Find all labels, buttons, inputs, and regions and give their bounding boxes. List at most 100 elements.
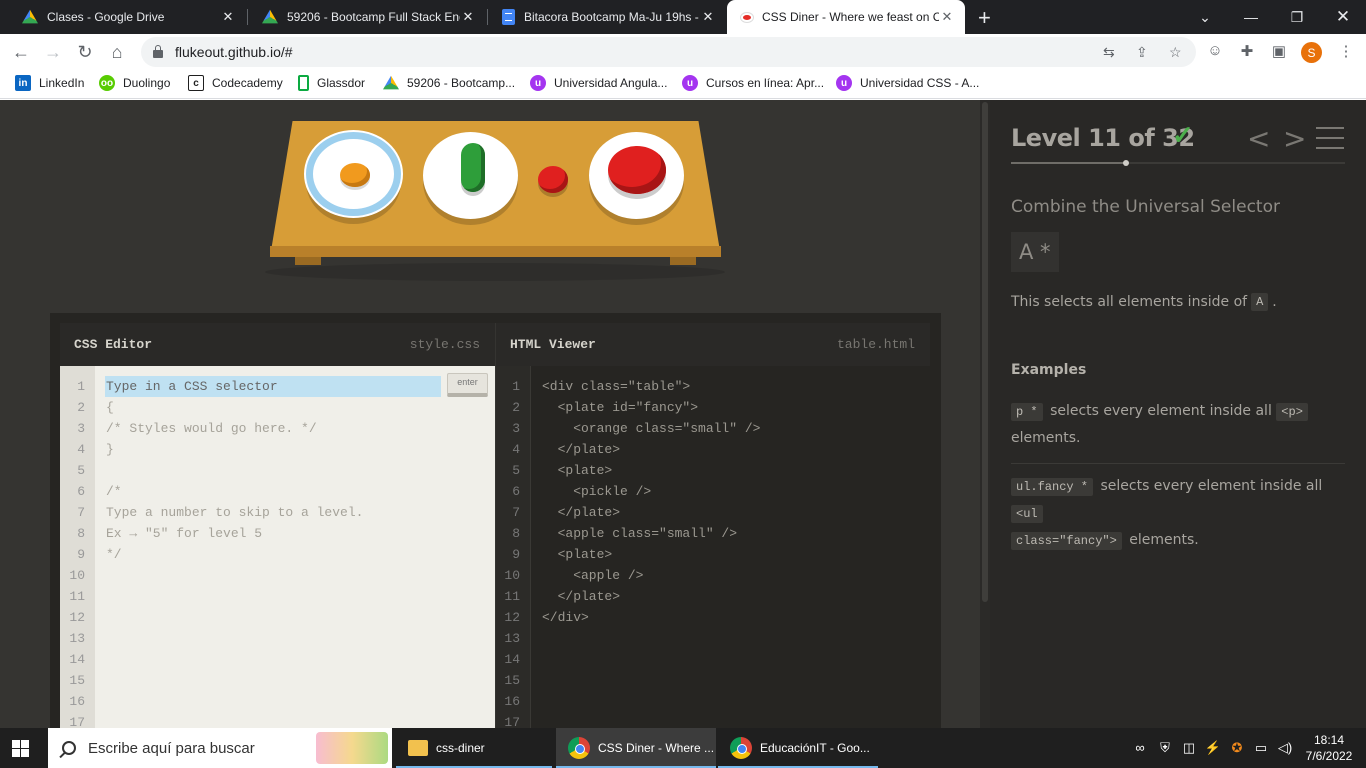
level-title: Combine the Universal Selector (1011, 197, 1280, 217)
page-scrollbar[interactable] (980, 100, 990, 728)
back-icon[interactable]: ← (9, 40, 33, 64)
udemy-icon: u (530, 75, 546, 91)
lightning-tray-icon[interactable]: ⚡ (1204, 740, 1222, 756)
html-viewer-header: HTML Viewer table.html (496, 323, 930, 366)
taskbar-app-css-diner-folder[interactable]: css-diner (396, 728, 552, 768)
markup-line-table[interactable]: <div class="table"> (542, 376, 760, 397)
home-icon[interactable]: ⌂ (105, 40, 129, 64)
game-area: CSS Editor style.css 1 2 3 4 5 6 7 8 9 10 11 12 13 14… (0, 100, 980, 728)
forward-icon[interactable]: → (41, 40, 65, 64)
minimize-icon[interactable]: — (1228, 0, 1274, 34)
hint-tag: A (1251, 293, 1269, 311)
tab-title: CSS Diner - Where we feast on C (762, 10, 939, 24)
markup-line-apple[interactable]: <apple /> (542, 565, 760, 586)
code-line: /* Styles would go here. */ (106, 421, 317, 436)
lock-icon[interactable] (153, 45, 163, 58)
tab-css-diner[interactable]: CSS Diner - Where we feast on C ✕ (727, 0, 965, 34)
bookmark-linkedin[interactable]: in LinkedIn (15, 75, 84, 91)
close-icon[interactable]: ✕ (220, 9, 236, 25)
network-icon[interactable]: ▭ (1252, 740, 1270, 756)
example-text: elements. (1129, 532, 1199, 548)
markup-line[interactable]: </plate> (542, 586, 760, 607)
markup-line-pickle[interactable]: <pickle /> (542, 481, 760, 502)
level-sidebar: Level 11 of 32 ✓ < > Combine the Univers… (990, 100, 1366, 728)
link-tray-icon[interactable]: ∞ (1131, 740, 1149, 755)
line-numbers: 1 2 3 4 5 6 7 8 9 10 11 12 13 14 15 16 17 (496, 366, 531, 728)
profile-avatar[interactable]: S (1301, 42, 1322, 63)
google-docs-icon (502, 9, 515, 25)
example-code: ul.fancy * (1011, 478, 1094, 496)
css-diner-page: CSS Editor style.css 1 2 3 4 5 6 7 8 9 10 11 12 13 14… (0, 100, 1366, 728)
volume-icon[interactable]: ◁) (1276, 740, 1294, 756)
small-apple[interactable] (538, 166, 568, 193)
next-level-icon[interactable]: > (1283, 122, 1306, 155)
chrome-icon (568, 737, 590, 759)
markup-line-fancy-plate[interactable]: <plate id="fancy"> (542, 397, 760, 418)
table-shadow (265, 263, 725, 281)
restore-icon[interactable]: ❐ (1274, 0, 1320, 34)
close-icon[interactable]: ✕ (460, 9, 476, 25)
tab-clases-google-drive[interactable]: Clases - Google Drive ✕ (8, 0, 246, 34)
taskbar-app-chrome-css-diner[interactable]: CSS Diner - Where ... (556, 728, 716, 768)
app-tray-icon[interactable]: ◫ (1180, 740, 1198, 756)
folder-icon (408, 740, 428, 756)
previous-level-icon[interactable]: < (1247, 122, 1270, 155)
extension-cat-icon[interactable]: ☺ (1205, 42, 1225, 59)
duolingo-icon: oo (99, 75, 115, 91)
enter-button[interactable]: enter (447, 373, 488, 397)
markup-line-plate[interactable]: <plate> (542, 544, 760, 565)
glassdoor-icon (298, 75, 309, 91)
bookmark-duolingo[interactable]: oo Duolingo (99, 75, 170, 91)
close-icon[interactable]: ✕ (700, 9, 716, 25)
extensions-puzzle-icon[interactable]: ✚ (1237, 42, 1257, 60)
markup-line[interactable]: </plate> (542, 439, 760, 460)
markup-line-apple-small[interactable]: <apple class="small" /> (542, 523, 760, 544)
table-edge (270, 246, 721, 257)
system-clock[interactable]: 18:14 7/6/2022 (1300, 732, 1358, 764)
bookmark-cursos-en-linea[interactable]: u Cursos en línea: Apr... (682, 75, 824, 91)
taskbar-app-chrome-educacionit[interactable]: EducaciónIT - Goo... (718, 728, 878, 768)
bookmark-codecademy[interactable]: c Codecademy (188, 75, 283, 91)
scrollbar-thumb[interactable] (982, 102, 988, 602)
more-menu-icon[interactable]: ⋮ (1336, 42, 1356, 60)
code-line: */ (106, 547, 122, 562)
taskbar-search[interactable]: Escribe aquí para buscar (48, 728, 392, 768)
side-panel-icon[interactable]: ▣ (1269, 42, 1289, 60)
windows-start-icon[interactable] (12, 740, 29, 757)
taskbar-app-label: EducaciónIT - Goo... (760, 741, 870, 755)
code-line: Type a number to skip to a level. (106, 505, 364, 520)
tab-bitacora-doc[interactable]: Bitacora Bootcamp Ma-Ju 19hs - ✕ (488, 0, 726, 34)
bookmark-universidad-css[interactable]: u Universidad CSS - A... (836, 75, 979, 91)
translate-icon[interactable]: ⇆ (1103, 44, 1115, 61)
tab-bootcamp-drive[interactable]: 59206 - Bootcamp Full Stack Eng ✕ (248, 0, 486, 34)
markup-line[interactable]: </div> (542, 607, 760, 628)
reload-icon[interactable]: ↻ (73, 40, 97, 64)
small-orange[interactable] (340, 163, 370, 187)
pickle[interactable] (461, 143, 485, 192)
markup-line-orange[interactable]: <orange class="small" /> (542, 418, 760, 439)
bookmark-bootcamp-drive[interactable]: 59206 - Bootcamp... (383, 75, 515, 91)
level-menu-icon[interactable] (1316, 127, 1344, 157)
apple[interactable] (608, 146, 666, 194)
shield-tray-icon[interactable]: ⛨ (1156, 740, 1174, 756)
taskbar-app-label: CSS Diner - Where ... (598, 741, 715, 755)
markup-line[interactable]: </plate> (542, 502, 760, 523)
example-tag: class="fancy"> (1011, 532, 1122, 550)
close-window-icon[interactable]: ✕ (1320, 0, 1366, 34)
markup-line-plate[interactable]: <plate> (542, 460, 760, 481)
bookmark-universidad-angular[interactable]: u Universidad Angula... (530, 75, 667, 91)
example-1: p * selects every element inside all <p>… (1011, 398, 1345, 451)
bookmark-star-icon[interactable]: ☆ (1169, 44, 1182, 61)
css-editor-filename: style.css (409, 337, 480, 352)
bookmark-glassdoor[interactable]: Glassdor (298, 75, 365, 91)
new-tab-button[interactable]: + (978, 5, 991, 31)
google-drive-icon (383, 75, 399, 90)
tab-search-chevron-icon[interactable]: ⌄ (1182, 0, 1228, 34)
close-icon[interactable]: ✕ (939, 9, 955, 25)
address-bar[interactable]: flukeout.github.io/# ⇆ ⇪ ☆ (141, 37, 1196, 67)
search-highlight-illustration (316, 732, 388, 764)
avast-tray-icon[interactable]: ✪ (1228, 740, 1246, 756)
share-icon[interactable]: ⇪ (1136, 44, 1148, 61)
css-selector-input[interactable] (105, 376, 441, 397)
url-text[interactable]: flukeout.github.io/# (175, 44, 293, 60)
